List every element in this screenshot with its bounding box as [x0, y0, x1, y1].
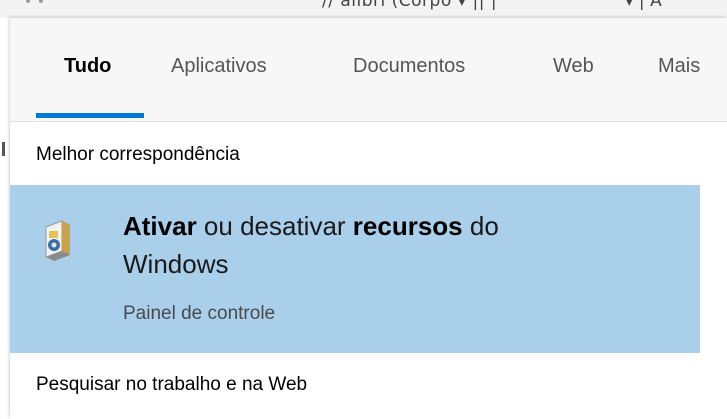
- screen: • • // alibri (Corpo ▾ || | ▾ | A Tudo A…: [0, 0, 727, 419]
- title-part-1: Ativar: [123, 211, 197, 241]
- background-cursor-mark: [2, 142, 5, 156]
- tab-all[interactable]: Tudo: [64, 55, 111, 78]
- background-app-edge: [0, 18, 10, 419]
- windows-features-icon: [40, 219, 76, 261]
- best-match-heading: Melhor correspondência: [36, 144, 240, 165]
- best-match-result[interactable]: Ativar ou desativar recursos do Windows …: [10, 185, 700, 353]
- background-font-box: // alibri (Corpo ▾ || |: [322, 0, 498, 11]
- tab-apps[interactable]: Aplicativos: [171, 55, 267, 78]
- search-panel: Tudo Aplicativos Documentos Web Mais Mel…: [10, 18, 727, 419]
- web-search-heading: Pesquisar no trabalho e na Web: [36, 374, 308, 395]
- background-app-toolbar: • • // alibri (Corpo ▾ || | ▾ | A: [0, 0, 727, 18]
- tab-web[interactable]: Web: [553, 55, 594, 78]
- title-part-2: ou desativar: [196, 211, 353, 241]
- result-subtitle: Painel de controle: [123, 303, 276, 324]
- active-tab-indicator: [36, 113, 144, 118]
- background-font-controls: ▾ | A: [625, 0, 662, 11]
- title-part-3: recursos: [352, 211, 463, 241]
- tab-more[interactable]: Mais: [658, 55, 700, 78]
- tab-documents[interactable]: Documentos: [353, 55, 465, 78]
- search-tabs: Tudo Aplicativos Documentos Web Mais: [10, 18, 727, 122]
- result-title: Ativar ou desativar recursos do Windows: [123, 207, 573, 283]
- background-menu-dots: • •: [24, 0, 45, 10]
